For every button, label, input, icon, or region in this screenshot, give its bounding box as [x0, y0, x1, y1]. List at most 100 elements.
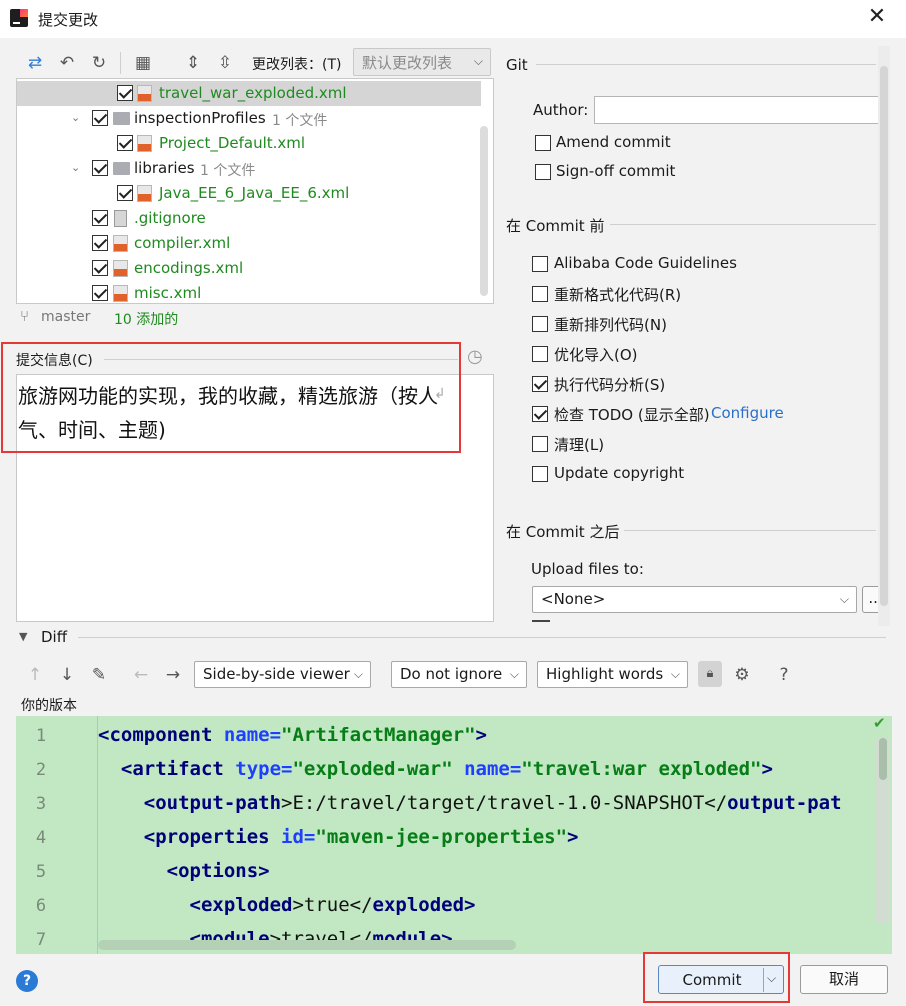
changelist-value: 默认更改列表	[362, 54, 453, 72]
cleanup-checkbox[interactable]	[532, 436, 548, 452]
option-label[interactable]: 重新格式化代码(R)	[554, 284, 681, 305]
option-label[interactable]: Alibaba Code Guidelines	[554, 254, 737, 272]
branch-name[interactable]: master	[41, 309, 90, 325]
author-input[interactable]	[594, 96, 886, 124]
upload-target-combo[interactable]: <None> ⌵	[532, 586, 857, 613]
option-label[interactable]: 重新排列代码(N)	[554, 314, 667, 335]
tree-row[interactable]: travel_war_exploded.xml	[17, 81, 481, 106]
chevron-down-icon[interactable]: ⌄	[71, 111, 85, 124]
file-name: travel_war_exploded.xml	[159, 84, 347, 102]
changes-tree[interactable]: travel_war_exploded.xml ⌄ inspectionProf…	[16, 78, 494, 304]
file-checkbox[interactable]	[92, 210, 108, 226]
code-line[interactable]: <exploded>true</exploded>	[98, 894, 476, 916]
option-label[interactable]: Update copyright	[554, 464, 684, 482]
tree-row[interactable]: misc.xml	[17, 281, 481, 303]
code-line[interactable]: <output-path>E:/travel/target/travel-1.0…	[98, 792, 842, 814]
check-todo-checkbox[interactable]	[532, 406, 548, 422]
arrow-up-icon[interactable]: ↑	[24, 664, 46, 686]
option-label[interactable]: 检查 TODO (显示全部)	[554, 404, 710, 425]
section-divider	[536, 64, 876, 65]
file-checkbox[interactable]	[92, 260, 108, 276]
refresh-icon[interactable]: ↻	[88, 52, 110, 74]
collapse-all-icon[interactable]: ⇳	[214, 52, 236, 74]
ignore-value: Do not ignore	[400, 665, 503, 683]
file-name: compiler.xml	[134, 234, 231, 252]
option-label[interactable]: 执行代码分析(S)	[554, 374, 665, 395]
alibaba-guidelines-checkbox[interactable]	[532, 256, 548, 272]
option-label[interactable]: 优化导入(O)	[554, 344, 638, 365]
tree-row[interactable]: ⌄ libraries 1 个文件	[17, 156, 481, 181]
viewer-combo[interactable]: Side-by-side viewer ⌵	[194, 661, 371, 688]
arrow-right-icon[interactable]: →	[162, 664, 184, 686]
help-question-icon[interactable]: ?	[773, 664, 795, 686]
rollback-icon[interactable]: ↶	[56, 52, 78, 74]
signoff-checkbox[interactable]	[535, 164, 551, 180]
chevron-down-icon: ⌵	[353, 667, 363, 681]
code-line[interactable]: <properties id="maven-jee-properties">	[98, 826, 579, 848]
code-token: >E:/travel/target/travel-1.0-SNAPSHOT</	[281, 792, 728, 814]
tree-row[interactable]: .gitignore	[17, 206, 481, 231]
chevron-down-icon[interactable]: ⌄	[71, 161, 85, 174]
scrollbar-thumb[interactable]	[879, 738, 887, 780]
file-checkbox[interactable]	[117, 85, 133, 101]
update-copyright-checkbox[interactable]	[532, 466, 548, 482]
folder-checkbox[interactable]	[92, 110, 108, 126]
options-scrollbar[interactable]	[878, 46, 890, 626]
gear-icon[interactable]: ⚙	[731, 664, 753, 686]
file-checkbox[interactable]	[117, 185, 133, 201]
tree-row[interactable]: encodings.xml	[17, 256, 481, 281]
code-token: <output-path	[143, 792, 282, 814]
folder-checkbox[interactable]	[92, 160, 108, 176]
amend-label[interactable]: Amend commit	[556, 133, 671, 151]
code-token: output-pat	[727, 792, 842, 814]
diff-vertical-scrollbar[interactable]	[876, 738, 890, 924]
help-icon[interactable]: ?	[16, 970, 38, 992]
diff-section-title: Diff	[41, 628, 68, 646]
highlight-combo[interactable]: Highlight words ⌵	[537, 661, 688, 688]
scrollbar-thumb[interactable]	[880, 66, 888, 606]
option-label[interactable]: 清理(L)	[554, 434, 604, 455]
code-analysis-checkbox[interactable]	[532, 376, 548, 392]
rearrange-code-checkbox[interactable]	[532, 316, 548, 332]
cancel-button[interactable]: 取消	[800, 965, 888, 994]
tree-row[interactable]: ⌄ inspectionProfiles 1 个文件	[17, 106, 481, 131]
folder-icon	[113, 162, 130, 175]
signoff-label[interactable]: Sign-off commit	[556, 162, 675, 180]
amend-checkbox[interactable]	[535, 135, 551, 151]
edit-pencil-icon[interactable]: ✎	[88, 664, 110, 686]
close-icon[interactable]: ✕	[866, 6, 888, 28]
history-clock-icon[interactable]: ◷	[467, 346, 483, 367]
tree-row[interactable]: Java_EE_6_Java_EE_6.xml	[17, 181, 481, 206]
changelist-combo[interactable]: 默认更改列表 ⌵	[353, 48, 491, 76]
diff-editor[interactable]: 1 <component name="ArtifactManager"> 2 <ar…	[16, 716, 892, 954]
code-token: >	[567, 826, 579, 848]
diff-horizontal-scrollbar[interactable]	[98, 940, 516, 950]
expand-all-icon[interactable]: ⇕	[182, 52, 204, 74]
reformat-code-checkbox[interactable]	[532, 286, 548, 302]
file-name: misc.xml	[134, 284, 202, 302]
upload-label: Upload files to:	[531, 560, 644, 578]
code-line[interactable]: <component name="ArtifactManager">	[98, 724, 487, 746]
file-checkbox[interactable]	[92, 235, 108, 251]
tree-row[interactable]: compiler.xml	[17, 231, 481, 256]
configure-link[interactable]: Configure	[711, 404, 784, 422]
collapse-triangle-icon[interactable]: ▼	[19, 630, 27, 643]
file-checkbox[interactable]	[92, 285, 108, 301]
ignore-combo[interactable]: Do not ignore ⌵	[391, 661, 527, 688]
show-diff-icon[interactable]: ⇄	[24, 52, 46, 74]
line-number: 7	[35, 930, 47, 950]
file-checkbox[interactable]	[117, 135, 133, 151]
code-line[interactable]: <options>	[98, 860, 270, 882]
arrow-down-icon[interactable]: ↓	[56, 664, 78, 686]
viewer-value: Side-by-side viewer	[203, 665, 350, 683]
lock-icon[interactable]: 🔒︎	[698, 661, 722, 687]
optimize-imports-checkbox[interactable]	[532, 346, 548, 362]
arrow-left-icon[interactable]: ←	[130, 664, 152, 686]
drag-handle[interactable]	[532, 620, 550, 622]
tree-scrollbar[interactable]	[480, 126, 488, 296]
tree-row[interactable]: Project_Default.xml	[17, 131, 481, 156]
group-by-icon[interactable]: ▦	[132, 52, 154, 74]
file-count: 1 个文件	[272, 113, 328, 129]
code-line[interactable]: <artifact type="exploded-war" name="trav…	[98, 758, 773, 780]
git-section-title: Git	[506, 56, 528, 74]
